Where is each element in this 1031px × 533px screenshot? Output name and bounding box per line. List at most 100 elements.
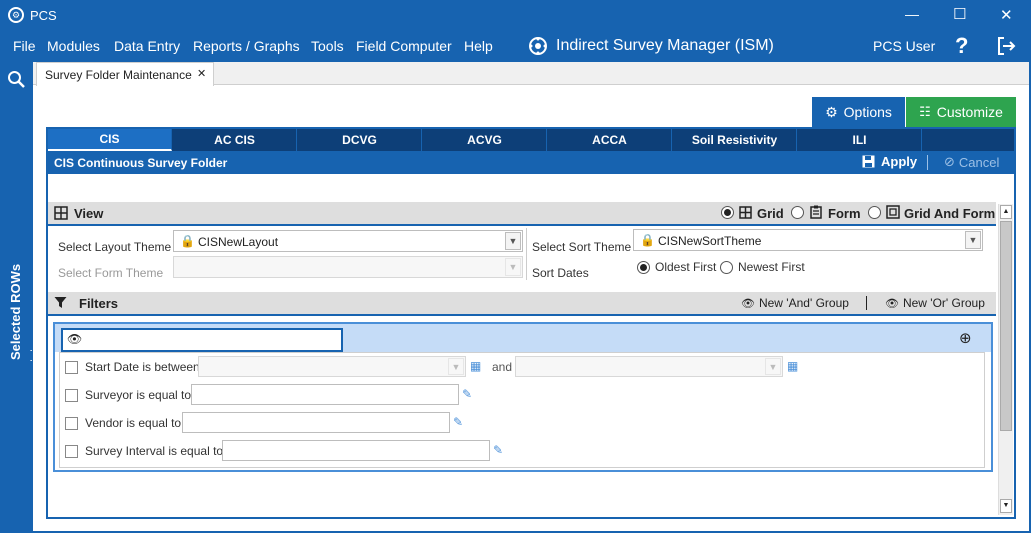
edit-icon[interactable]: ✎ — [493, 443, 503, 457]
chevron-down-icon[interactable]: ▼ — [505, 232, 521, 250]
save-icon — [862, 155, 875, 168]
app-title: PCS — [30, 8, 57, 23]
user-name[interactable]: PCS User — [873, 38, 935, 54]
lock-icon: 🔒 — [180, 234, 195, 248]
new-and-group-label: New 'And' Group — [758, 296, 849, 310]
document-tab[interactable]: Survey Folder Maintenance ✕ — [36, 62, 214, 86]
edit-icon[interactable]: ✎ — [453, 415, 463, 429]
newest-first-radio[interactable] — [720, 261, 733, 274]
view-grid-label: Grid — [757, 206, 784, 221]
new-or-group-button[interactable]: 👁 New 'Or' Group — [885, 296, 985, 310]
scroll-thumb[interactable] — [1000, 221, 1012, 431]
logout-icon[interactable] — [995, 35, 1017, 57]
view-grid-and-form-label: Grid And Form — [904, 206, 996, 221]
tab-cis[interactable]: CIS — [48, 129, 172, 151]
calendar-icon[interactable]: ▦ — [470, 359, 481, 373]
minimize-button[interactable]: — — [905, 6, 919, 22]
chevron-down-icon[interactable]: ▼ — [448, 358, 464, 375]
maximize-button[interactable]: ☐ — [953, 5, 966, 23]
start-date-from[interactable]: ▼ — [198, 356, 466, 377]
start-date-checkbox[interactable] — [65, 361, 78, 374]
form-theme-label: Select Form Theme — [58, 266, 164, 280]
eye-icon: 👁 — [741, 297, 755, 310]
surveyor-input[interactable] — [191, 384, 459, 405]
survey-interval-checkbox[interactable] — [65, 445, 78, 458]
chevron-down-icon[interactable]: ▼ — [765, 358, 781, 375]
menu-modules[interactable]: Modules — [47, 38, 100, 54]
surveyor-checkbox[interactable] — [65, 389, 78, 402]
cancel-label: Cancel — [958, 154, 1000, 170]
menu-data-entry[interactable]: Data Entry — [114, 38, 180, 54]
module-title: Indirect Survey Manager (ISM) — [556, 37, 774, 54]
folder-header: CIS Continuous Survey Folder Apply ⊘ Can… — [48, 151, 1014, 174]
filter-icon — [54, 297, 67, 308]
menu-help[interactable]: Help — [464, 38, 493, 54]
form-mode-icon — [810, 205, 822, 219]
options-label: Options — [843, 104, 892, 120]
vendor-checkbox[interactable] — [65, 417, 78, 430]
scroll-up-icon[interactable]: ▲ — [1000, 205, 1012, 219]
tab-soil-resistivity[interactable]: Soil Resistivity — [673, 129, 797, 151]
view-grid-radio[interactable] — [721, 206, 734, 219]
edit-icon[interactable]: ✎ — [462, 387, 472, 401]
close-button[interactable]: ✕ — [1000, 6, 1013, 24]
filters-title: Filters — [79, 296, 119, 311]
calendar-icon[interactable]: ▦ — [787, 359, 798, 373]
search-icon[interactable] — [7, 70, 26, 89]
tab-ac-cis[interactable]: AC CIS — [173, 129, 297, 151]
options-button[interactable]: ⚙ Options — [812, 97, 905, 127]
customize-button[interactable]: ☷ Customize — [906, 97, 1016, 127]
tab-dcvg[interactable]: DCVG — [298, 129, 422, 151]
apply-button[interactable]: Apply — [862, 154, 917, 169]
eye-icon: 👁 — [885, 297, 899, 310]
sort-theme-select[interactable]: 🔒 CISNewSortTheme ▼ — [633, 229, 983, 251]
new-and-group-button[interactable]: 👁 New 'And' Group — [741, 296, 849, 310]
eye-icon: 👁 — [67, 332, 83, 346]
grid-and-form-icon — [886, 205, 900, 219]
view-title: View — [74, 206, 104, 221]
scroll-down-icon[interactable]: ▼ — [1000, 499, 1012, 513]
layout-theme-label: Select Layout Theme — [58, 240, 172, 254]
surveyor-label: Surveyor is equal to — [85, 388, 192, 402]
help-icon[interactable]: ? — [955, 33, 968, 59]
sort-theme-label: Select Sort Theme — [532, 240, 632, 254]
document-tab-close-icon[interactable]: ✕ — [197, 67, 206, 80]
view-section-header: View Grid Form Grid And Form — [48, 202, 996, 224]
folder-title: CIS Continuous Survey Folder — [54, 156, 228, 170]
vendor-label: Vendor is equal to — [85, 416, 182, 430]
view-form-label: Form — [828, 206, 861, 221]
survey-interval-label: Survey Interval is equal to — [85, 444, 224, 458]
tab-acca[interactable]: ACCA — [548, 129, 672, 151]
filter-group-input[interactable]: 👁 — [61, 328, 343, 352]
document-tab-label: Survey Folder Maintenance — [45, 68, 192, 82]
survey-interval-input[interactable] — [222, 440, 490, 461]
menu-tools[interactable]: Tools — [311, 38, 344, 54]
vertical-scrollbar[interactable]: ▲ ▼ — [998, 204, 1013, 515]
view-form-radio[interactable] — [791, 206, 804, 219]
drag-handle-icon[interactable]: ⋮⋮ — [29, 346, 40, 366]
view-grid-and-form-radio[interactable] — [868, 206, 881, 219]
tab-ili[interactable]: ILI — [798, 129, 922, 151]
menu-bar: File Modules Data Entry Reports / Graphs… — [0, 31, 1031, 62]
apply-label: Apply — [881, 154, 918, 169]
sort-theme-value: CISNewSortTheme — [658, 234, 762, 248]
layout-theme-select[interactable]: 🔒 CISNewLayout ▼ — [173, 230, 523, 252]
start-date-label: Start Date is between — [85, 360, 200, 374]
cancel-button[interactable]: ⊘ Cancel — [944, 154, 999, 170]
menu-file[interactable]: File — [13, 38, 36, 54]
customize-label: Customize — [936, 104, 1003, 120]
start-date-to[interactable]: ▼ — [515, 356, 783, 377]
divider — [927, 155, 928, 170]
grid-icon — [54, 206, 68, 220]
filters-section-underline — [48, 314, 996, 316]
form-theme-select: ▼ — [173, 256, 523, 278]
divider — [866, 296, 867, 310]
oldest-first-radio[interactable] — [637, 261, 650, 274]
menu-reports-graphs[interactable]: Reports / Graphs — [193, 38, 300, 54]
lock-icon: 🔒 — [640, 233, 655, 247]
vendor-input[interactable] — [182, 412, 450, 433]
add-filter-icon[interactable]: ⊕ — [959, 329, 972, 347]
tab-acvg[interactable]: ACVG — [423, 129, 547, 151]
menu-field-computer[interactable]: Field Computer — [356, 38, 452, 54]
chevron-down-icon[interactable]: ▼ — [965, 231, 981, 249]
